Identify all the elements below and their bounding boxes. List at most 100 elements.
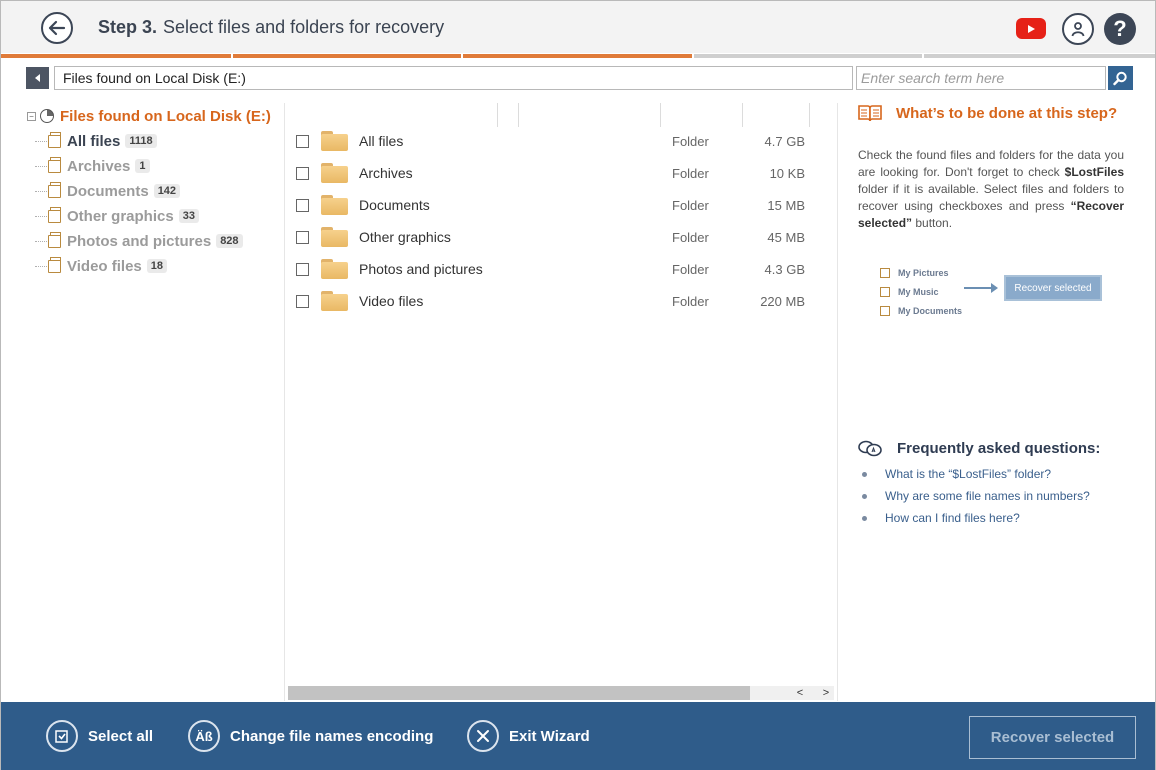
tree-item-video-files[interactable]: Video files 18 xyxy=(35,255,168,277)
count-badge: 1118 xyxy=(125,134,157,148)
tree-item-other-graphics[interactable]: Other graphics 33 xyxy=(35,205,199,227)
scroll-right-arrow[interactable]: > xyxy=(819,686,833,700)
file-size: 45 MB xyxy=(767,229,805,245)
tree-item-photos-and-pictures[interactable]: Photos and pictures 828 xyxy=(35,230,243,252)
file-size: 220 MB xyxy=(760,293,805,309)
file-row[interactable]: Video files Folder 220 MB xyxy=(290,285,830,317)
tree-item-label: Photos and pictures xyxy=(67,232,212,250)
back-arrow-icon xyxy=(48,20,66,36)
exit-wizard-button[interactable]: Exit Wizard xyxy=(467,720,590,752)
count-badge: 828 xyxy=(216,234,243,248)
encoding-icon: Äß xyxy=(188,720,220,752)
faq-link-text: Why are some file names in numbers? xyxy=(885,489,1090,503)
column-separator[interactable] xyxy=(660,103,661,127)
row-checkbox[interactable] xyxy=(296,294,309,308)
demo-recover-button: Recover selected xyxy=(1004,275,1102,301)
file-name: Other graphics xyxy=(359,229,451,245)
faq-link[interactable]: What is the “$LostFiles” folder? xyxy=(862,467,1051,481)
tree-connector xyxy=(35,240,47,242)
file-row[interactable]: Archives Folder 10 KB xyxy=(290,157,830,189)
column-separator[interactable] xyxy=(742,103,743,127)
demo-item: My Pictures xyxy=(866,266,949,280)
help-icon: ? xyxy=(1113,16,1127,41)
scroll-left-arrow[interactable]: < xyxy=(793,686,807,700)
count-badge: 18 xyxy=(146,259,168,273)
faq-icon xyxy=(858,440,882,457)
file-row[interactable]: All files Folder 4.7 GB xyxy=(290,125,830,157)
tree-connector xyxy=(35,215,47,217)
file-name: Photos and pictures xyxy=(359,261,483,277)
demo-item-label: My Music xyxy=(898,287,939,297)
row-checkbox[interactable] xyxy=(296,230,309,244)
folder-icon xyxy=(321,291,348,311)
file-size: 4.3 GB xyxy=(764,261,805,277)
row-checkbox[interactable] xyxy=(296,134,309,148)
close-icon xyxy=(467,720,499,752)
column-separator[interactable] xyxy=(497,103,498,127)
column-separator[interactable] xyxy=(518,103,519,127)
help-text-bold: $LostFiles xyxy=(1064,165,1124,179)
help-text: Check the found files and folders for th… xyxy=(858,147,1124,232)
demo-item-label: My Pictures xyxy=(898,268,949,278)
help-button[interactable]: ? xyxy=(1104,13,1136,45)
file-size: 10 KB xyxy=(769,165,805,181)
help-text-part: button. xyxy=(912,216,953,230)
tree-item-all-files[interactable]: All files 1118 xyxy=(35,130,157,152)
search-button[interactable] xyxy=(1108,66,1133,90)
file-name: Documents xyxy=(359,197,430,213)
collapse-icon[interactable]: − xyxy=(27,111,36,121)
user-button[interactable] xyxy=(1062,13,1094,45)
column-separator[interactable] xyxy=(809,103,810,127)
search-input[interactable] xyxy=(856,66,1106,90)
tree-item-documents[interactable]: Documents 142 xyxy=(35,180,181,202)
tree-item-archives[interactable]: Archives 1 xyxy=(35,155,150,177)
faq-title: Frequently asked questions: xyxy=(897,440,1101,457)
address-back-button[interactable] xyxy=(26,67,49,89)
bullet-icon xyxy=(862,493,867,499)
count-badge: 1 xyxy=(135,159,150,173)
file-size: 4.7 GB xyxy=(764,133,805,149)
header: Step 3. Select files and folders for reco… xyxy=(1,1,1155,53)
file-size: 15 MB xyxy=(767,197,805,213)
file-row[interactable]: Other graphics Folder 45 MB xyxy=(290,221,830,253)
file-name: All files xyxy=(359,133,404,149)
tree-item-label: All files xyxy=(67,132,121,150)
back-button[interactable] xyxy=(41,12,73,44)
faq-link[interactable]: How can I find files here? xyxy=(862,511,1020,525)
arrow-right-icon xyxy=(964,283,998,293)
tree-root[interactable]: − Files found on Local Disk (E:) xyxy=(23,105,271,127)
demo-item: My Music xyxy=(866,285,939,299)
select-all-button[interactable]: Select all xyxy=(46,720,153,752)
tree-item-label: Archives xyxy=(67,157,131,175)
file-type: Folder xyxy=(672,293,709,309)
panel-divider[interactable] xyxy=(284,103,285,701)
folder-icon xyxy=(321,227,348,247)
count-badge: 142 xyxy=(153,184,181,198)
faq-link[interactable]: Why are some file names in numbers? xyxy=(862,489,1090,503)
tree-item-label: Video files xyxy=(67,257,142,275)
file-row[interactable]: Photos and pictures Folder 4.3 GB xyxy=(290,253,830,285)
recover-selected-button[interactable]: Recover selected xyxy=(969,716,1136,759)
user-icon xyxy=(1071,22,1085,37)
scrollbar-thumb[interactable] xyxy=(288,686,750,700)
tree-connector xyxy=(35,190,47,192)
horizontal-scrollbar[interactable]: < > xyxy=(288,686,834,700)
select-all-icon xyxy=(46,720,78,752)
demo-item: My Documents xyxy=(866,304,962,318)
file-name: Archives xyxy=(359,165,413,181)
folder-icon xyxy=(48,131,61,148)
youtube-button[interactable] xyxy=(1016,18,1046,39)
recovery-wizard-window: Step 3. Select files and folders for reco… xyxy=(0,0,1156,770)
exit-wizard-label: Exit Wizard xyxy=(509,727,590,745)
row-checkbox[interactable] xyxy=(296,166,309,180)
folder-icon xyxy=(321,131,348,151)
row-checkbox[interactable] xyxy=(296,198,309,212)
disk-scan-icon xyxy=(40,109,54,123)
file-row[interactable]: Documents Folder 15 MB xyxy=(290,189,830,221)
panel-divider[interactable] xyxy=(837,103,838,701)
change-encoding-button[interactable]: Äß Change file names encoding xyxy=(188,720,433,752)
row-checkbox[interactable] xyxy=(296,262,309,276)
tree-connector xyxy=(35,165,47,167)
checkbox-icon xyxy=(880,268,890,278)
bullet-icon xyxy=(862,515,867,521)
